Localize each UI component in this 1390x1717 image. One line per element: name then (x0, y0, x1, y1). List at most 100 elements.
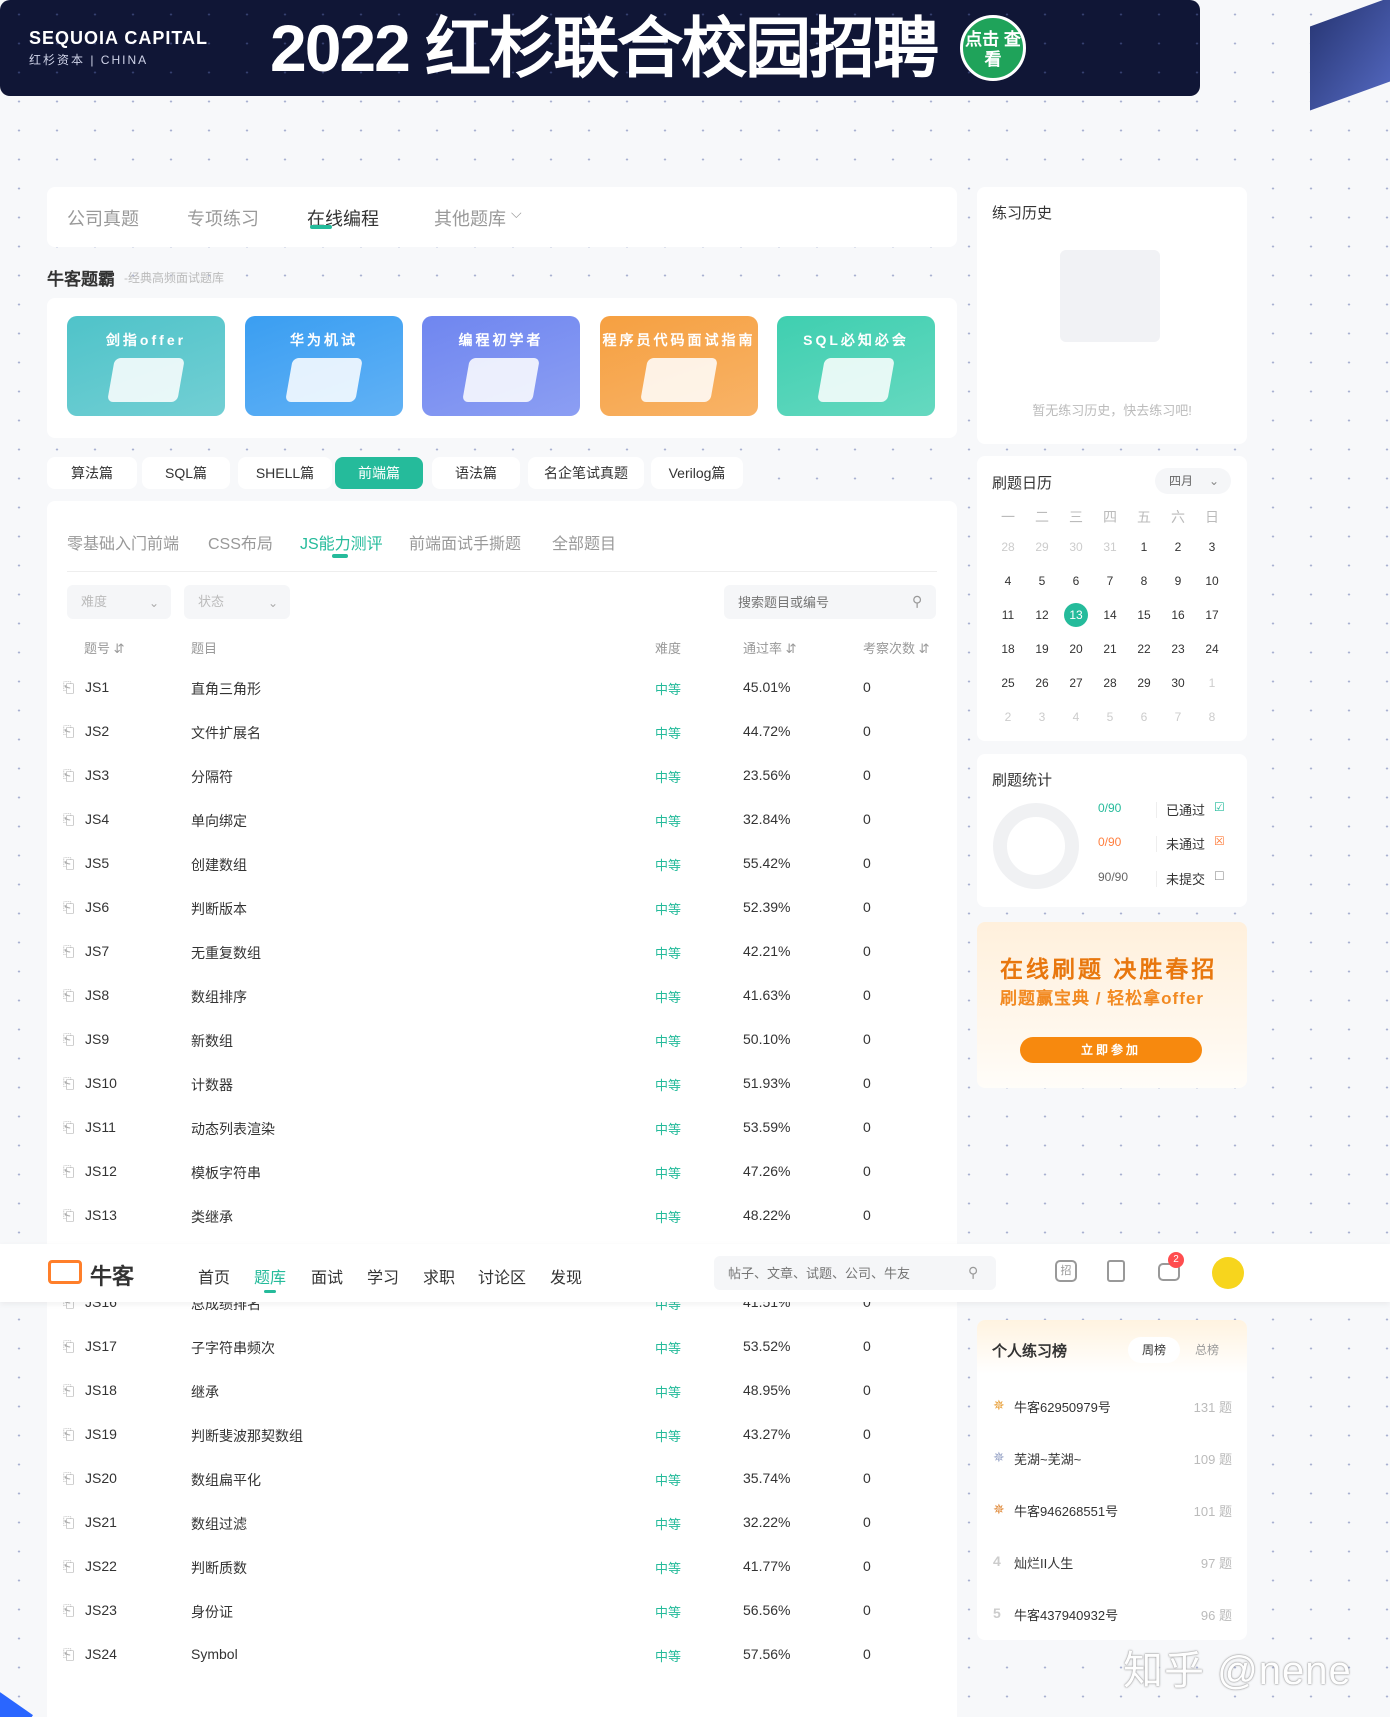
tab-company[interactable]: 公司真题 (67, 205, 139, 231)
recruit-icon[interactable]: 招 (1055, 1260, 1077, 1282)
rank-user-name[interactable]: 灿烂II人生 (1014, 1553, 1073, 1572)
header-pass-rate[interactable]: 通过率 ⇵ (743, 638, 797, 657)
subtab[interactable]: JS能力测评 (300, 530, 383, 554)
question-title[interactable]: 判断质数 (191, 1558, 247, 1578)
calendar-day[interactable]: 5 (1030, 569, 1054, 593)
book-3[interactable]: 编程初学者 (422, 316, 580, 416)
calendar-day[interactable]: 16 (1166, 603, 1190, 627)
table-row[interactable]: ⎗ JS20 数组扁平化 中等 35.74% 0 (47, 1456, 957, 1500)
book-5[interactable]: SQL必知必会 (777, 316, 935, 416)
calendar-day[interactable]: 8 (1200, 705, 1224, 729)
calendar-day[interactable]: 11 (996, 603, 1020, 627)
calendar-day[interactable]: 9 (1166, 569, 1190, 593)
calendar-day[interactable]: 2 (1166, 535, 1190, 559)
calendar-day[interactable]: 6 (1132, 705, 1156, 729)
question-title[interactable]: 动态列表渲染 (191, 1119, 275, 1139)
tab-weekly[interactable]: 周榜 (1128, 1337, 1180, 1363)
question-title[interactable]: 类继承 (191, 1207, 233, 1227)
question-title[interactable]: 文件扩展名 (191, 723, 261, 743)
calendar-day[interactable]: 2 (996, 705, 1020, 729)
category-tab[interactable]: SHELL篇 (238, 457, 332, 489)
promo-join-button[interactable]: 立即参加 (1020, 1037, 1202, 1063)
nav-item[interactable]: 面试 (311, 1264, 343, 1288)
calendar-day[interactable]: 12 (1030, 603, 1054, 627)
question-title[interactable]: 判断版本 (191, 899, 247, 919)
table-row[interactable]: ⎗ JS6 判断版本 中等 52.39% 0 (47, 885, 957, 929)
table-row[interactable]: ⎗ JS5 创建数组 中等 55.42% 0 (47, 841, 957, 885)
category-tab[interactable]: 算法篇 (47, 457, 137, 489)
question-title[interactable]: 模板字符串 (191, 1163, 261, 1183)
nav-item[interactable]: 题库 (254, 1264, 286, 1288)
header-exam-count[interactable]: 考察次数 ⇵ (863, 638, 930, 657)
book-4[interactable]: 程序员代码面试指南 (600, 316, 758, 416)
nav-item[interactable]: 求职 (423, 1264, 455, 1288)
question-title[interactable]: 创建数组 (191, 855, 247, 875)
question-title[interactable]: 无重复数组 (191, 943, 261, 963)
table-row[interactable]: ⎗ JS3 分隔符 中等 23.56% 0 (47, 753, 957, 797)
calendar-day[interactable]: 19 (1030, 637, 1054, 661)
category-tab[interactable]: 名企笔试真题 (528, 457, 644, 489)
calendar-day[interactable]: 6 (1064, 569, 1088, 593)
calendar-day[interactable]: 8 (1132, 569, 1156, 593)
table-row[interactable]: ⎗ JS12 模板字符串 中等 47.26% 0 (47, 1149, 957, 1193)
book-1[interactable]: 剑指offer (67, 316, 225, 416)
calendar-day[interactable]: 1 (1200, 671, 1224, 695)
table-row[interactable]: ⎗ JS23 身份证 中等 56.56% 0 (47, 1588, 957, 1632)
status-filter[interactable]: 状态 ⌄ (184, 585, 290, 619)
question-title[interactable]: 继承 (191, 1382, 219, 1402)
nav-item[interactable]: 首页 (198, 1264, 230, 1288)
question-search-input[interactable] (724, 585, 936, 619)
question-title[interactable]: 身份证 (191, 1602, 233, 1622)
table-row[interactable]: ⎗ JS19 判断斐波那契数组 中等 43.27% 0 (47, 1412, 957, 1456)
calendar-day[interactable]: 21 (1098, 637, 1122, 661)
tab-total[interactable]: 总榜 (1181, 1337, 1233, 1363)
calendar-day[interactable]: 4 (996, 569, 1020, 593)
nav-item[interactable]: 发现 (550, 1264, 582, 1288)
table-row[interactable]: ⎗ JS2 文件扩展名 中等 44.72% 0 (47, 709, 957, 753)
site-search-input[interactable] (714, 1256, 996, 1290)
table-row[interactable]: ⎗ JS9 新数组 中等 50.10% 0 (47, 1017, 957, 1061)
question-title[interactable]: 子字符串频次 (191, 1338, 275, 1358)
question-title[interactable]: 单向绑定 (191, 811, 247, 831)
calendar-day[interactable]: 22 (1132, 637, 1156, 661)
calendar-day[interactable]: 30 (1166, 671, 1190, 695)
question-title[interactable]: 直角三角形 (191, 679, 261, 699)
calendar-day[interactable]: 30 (1064, 535, 1088, 559)
difficulty-filter[interactable]: 难度 ⌄ (67, 585, 171, 619)
calendar-day[interactable]: 3 (1030, 705, 1054, 729)
table-row[interactable]: ⎗ JS4 单向绑定 中等 32.84% 0 (47, 797, 957, 841)
table-row[interactable]: ⎗ JS18 继承 中等 48.95% 0 (47, 1368, 957, 1412)
question-title[interactable]: 数组排序 (191, 987, 247, 1007)
question-title[interactable]: 数组过滤 (191, 1514, 247, 1534)
chevron-down-icon[interactable]: ⌵ (511, 205, 522, 222)
tab-other[interactable]: 其他题库 (434, 205, 506, 231)
question-title[interactable]: 新数组 (191, 1031, 233, 1051)
category-tab[interactable]: Verilog篇 (651, 457, 743, 489)
search-icon[interactable]: ⚲ (968, 1264, 978, 1281)
book-2[interactable]: 华为机试 (245, 316, 403, 416)
calendar-day[interactable]: 25 (996, 671, 1020, 695)
calendar-day[interactable]: 26 (1030, 671, 1054, 695)
nav-item[interactable]: 学习 (367, 1264, 399, 1288)
calendar-day[interactable]: 18 (996, 637, 1020, 661)
calendar-day[interactable]: 3 (1200, 535, 1224, 559)
subtab[interactable]: CSS布局 (208, 530, 273, 554)
calendar-day[interactable]: 20 (1064, 637, 1088, 661)
table-row[interactable]: ⎗ JS21 数组过滤 中等 32.22% 0 (47, 1500, 957, 1544)
nowcoder-logo-icon[interactable] (48, 1260, 82, 1284)
subtab[interactable]: 零基础入门前端 (67, 530, 179, 554)
tab-topic[interactable]: 专项练习 (187, 205, 259, 231)
category-tab[interactable]: SQL篇 (142, 457, 230, 489)
calendar-day[interactable]: 28 (1098, 671, 1122, 695)
question-title[interactable]: 数组扁平化 (191, 1470, 261, 1490)
question-title[interactable]: Symbol (191, 1646, 238, 1662)
calendar-day[interactable]: 15 (1132, 603, 1156, 627)
calendar-day[interactable]: 31 (1098, 535, 1122, 559)
rank-user-name[interactable]: 牛客946268551号 (1014, 1501, 1118, 1520)
rank-user-name[interactable]: 芜湖~芜湖~ (1014, 1449, 1081, 1468)
calendar-day-today[interactable]: 13 (1064, 603, 1088, 627)
table-row[interactable]: ⎗ JS8 数组排序 中等 41.63% 0 (47, 973, 957, 1017)
calendar-day[interactable]: 4 (1064, 705, 1088, 729)
calendar-day[interactable]: 27 (1064, 671, 1088, 695)
nav-item[interactable]: 讨论区 (478, 1264, 526, 1288)
